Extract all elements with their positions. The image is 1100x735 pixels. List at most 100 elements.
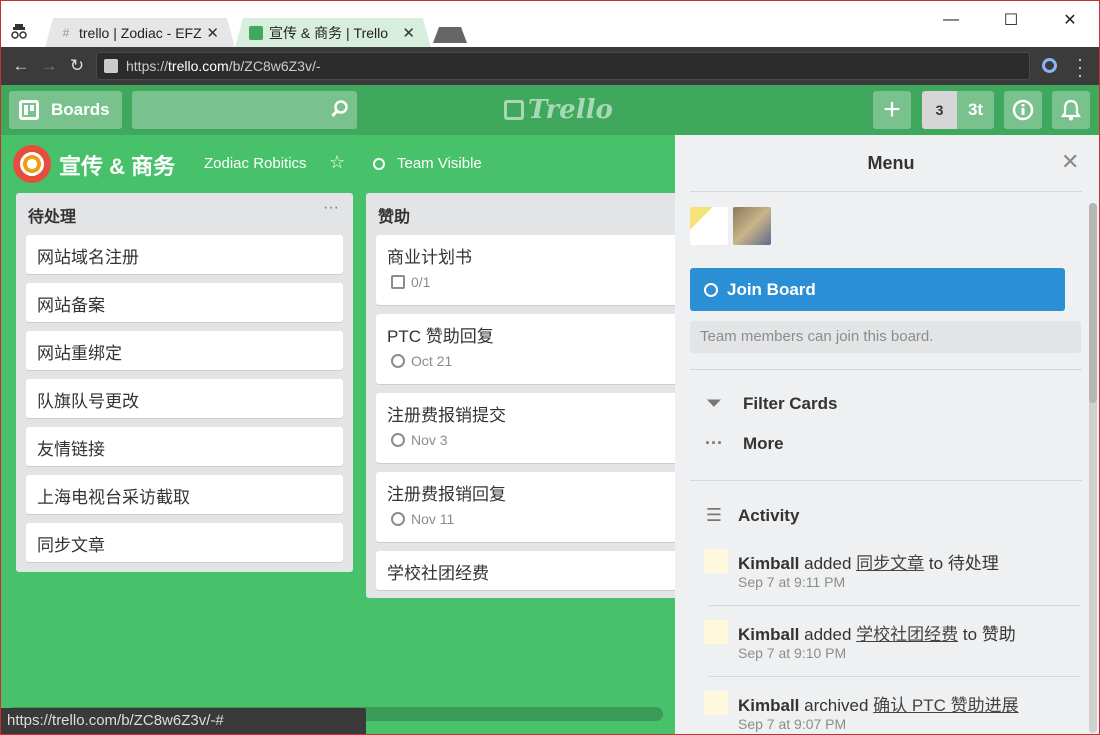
notifications-button[interactable] <box>1052 91 1090 129</box>
due-date-badge: Oct 21 <box>391 353 670 369</box>
card-title: 学校社团经费 <box>387 564 489 583</box>
new-tab-button[interactable] <box>433 27 467 43</box>
activity-avatar <box>704 691 728 715</box>
activity-text: Kimball archived 确认 PTC 赞助进展 <box>738 691 1019 716</box>
list-menu-icon[interactable]: ··· <box>323 199 339 217</box>
close-tab-icon[interactable]: ✕ <box>402 24 415 42</box>
tab-trello-zodiac[interactable]: # trello | Zodiac - EFZ ✕ <box>45 18 235 48</box>
url-input[interactable]: https:// trello.com /b/ZC8w6Z3v/- <box>96 52 1030 80</box>
activity-time[interactable]: Sep 7 at 9:07 PM <box>738 716 846 732</box>
tab-trello-board[interactable]: 宣传 & 商务 | Trello ✕ <box>235 18 431 48</box>
activity-action: archived <box>804 696 869 715</box>
activity-time[interactable]: Sep 7 at 9:11 PM <box>738 574 845 590</box>
more-label: More <box>743 433 784 453</box>
card-title: 同步文章 <box>37 536 105 555</box>
card[interactable]: 注册费报销回复 Nov 11 <box>376 472 681 542</box>
menu-title: Menu <box>867 153 915 173</box>
card[interactable]: 学校社团经费 <box>376 551 681 590</box>
close-tab-icon[interactable]: ✕ <box>206 24 219 42</box>
add-button[interactable]: + <box>873 91 911 129</box>
card-title: 注册费报销提交 <box>387 406 506 425</box>
trello-favicon-icon <box>249 26 263 40</box>
card-title: 注册费报销回复 <box>387 485 506 504</box>
boards-label: Boards <box>51 100 110 119</box>
count-badge[interactable]: 3 <box>922 91 957 129</box>
close-menu-icon[interactable]: ✕ <box>1061 149 1079 175</box>
menu-scrollbar[interactable] <box>1089 203 1097 733</box>
member-avatar-button[interactable]: 3t <box>957 91 994 129</box>
activity-list: 赞助 <box>981 625 1016 644</box>
activity-prep: to <box>962 625 978 644</box>
browser-menu-icon[interactable]: · · · <box>1075 50 1085 84</box>
extension-icon[interactable] <box>1042 58 1057 73</box>
member-avatar[interactable] <box>690 207 728 245</box>
due-date: Nov 3 <box>411 432 448 448</box>
card-title: 网站域名注册 <box>37 248 139 267</box>
clock-icon <box>391 354 405 368</box>
star-icon[interactable]: ☆ <box>329 152 345 173</box>
maximize-icon[interactable]: ☐ <box>999 9 1023 31</box>
board-title[interactable]: 宣传 & 商务 <box>59 149 175 181</box>
boards-icon <box>19 100 39 120</box>
list-title[interactable]: 赞助 <box>378 203 410 227</box>
activity-card-link[interactable]: 确认 PTC 赞助进展 <box>873 696 1018 715</box>
card[interactable]: PTC 赞助回复 Oct 21 <box>376 314 681 384</box>
checklist-count: 0/1 <box>411 274 431 290</box>
more-item[interactable]: ··· More <box>704 433 784 454</box>
list-title[interactable]: 待处理 <box>28 203 76 227</box>
forward-icon[interactable]: → <box>39 56 59 76</box>
logo-text: Trello <box>528 95 613 125</box>
boards-button[interactable]: Boards <box>9 91 122 129</box>
url-path: /b/ZC8w6Z3v/- <box>228 58 321 74</box>
activity-heading: ☰ Activity <box>704 505 800 526</box>
status-bar: https://trello.com/b/ZC8w6Z3v/-# <box>1 708 366 734</box>
trello-logo[interactable]: Trello <box>504 95 613 125</box>
activity-label: Activity <box>738 505 800 525</box>
scroll-thumb[interactable] <box>1089 203 1097 403</box>
card-title: 队旗队号更改 <box>37 392 139 411</box>
back-icon[interactable]: ← <box>11 56 31 76</box>
list-todo: 待处理 ··· 网站域名注册 网站备案 网站重绑定 队旗队号更改 友情链接 上海… <box>16 193 353 572</box>
card[interactable]: 网站重绑定 <box>26 331 343 370</box>
activity-time[interactable]: Sep 7 at 9:10 PM <box>738 645 846 661</box>
team-link[interactable]: Zodiac Robitics <box>204 155 307 172</box>
activity-text: Kimball added 同步文章 to 待处理 <box>738 549 999 574</box>
card[interactable]: 商业计划书 0/1 <box>376 235 681 305</box>
divider <box>690 191 1082 192</box>
activity-user[interactable]: Kimball <box>738 696 799 715</box>
more-icon: ··· <box>705 433 723 453</box>
card[interactable]: 队旗队号更改 <box>26 379 343 418</box>
bell-icon <box>1061 99 1081 121</box>
card[interactable]: 友情链接 <box>26 427 343 466</box>
filter-cards-item[interactable]: ⏷ Filter Cards <box>704 393 838 414</box>
due-date: Oct 21 <box>411 353 453 369</box>
card[interactable]: 注册费报销提交 Nov 3 <box>376 393 681 463</box>
card-title: 网站备案 <box>37 296 105 315</box>
activity-card-link[interactable]: 学校社团经费 <box>856 625 958 644</box>
filter-label: Filter Cards <box>743 393 838 413</box>
card[interactable]: 网站域名注册 <box>26 235 343 274</box>
minimize-icon[interactable]: — <box>939 9 963 31</box>
card[interactable]: 上海电视台采访截取 <box>26 475 343 514</box>
member-avatar[interactable] <box>733 207 771 245</box>
activity-card-link[interactable]: 同步文章 <box>856 554 924 573</box>
tab-label: 宣传 & 商务 | Trello <box>269 25 389 41</box>
card[interactable]: 网站备案 <box>26 283 343 322</box>
activity-avatar <box>704 549 728 573</box>
visibility-button[interactable]: Team Visible <box>373 155 482 172</box>
activity-avatar <box>704 620 728 644</box>
address-bar: ← → ↻ https:// trello.com /b/ZC8w6Z3v/- … <box>1 47 1099 85</box>
activity-action: added <box>804 554 852 573</box>
join-board-button[interactable]: Join Board <box>690 268 1065 311</box>
card[interactable]: 同步文章 <box>26 523 343 562</box>
search-input[interactable] <box>132 91 357 129</box>
activity-user[interactable]: Kimball <box>738 554 799 573</box>
add-member-icon <box>704 282 718 297</box>
close-window-icon[interactable]: ✕ <box>1058 9 1082 31</box>
card-title: PTC 赞助回复 <box>387 327 494 346</box>
browser-window: # trello | Zodiac - EFZ ✕ 宣传 & 商务 | Trel… <box>0 0 1100 735</box>
activity-text: Kimball added 学校社团经费 to 赞助 <box>738 620 1016 645</box>
activity-user[interactable]: Kimball <box>738 625 799 644</box>
info-button[interactable] <box>1004 91 1042 129</box>
reload-icon[interactable]: ↻ <box>67 56 87 76</box>
